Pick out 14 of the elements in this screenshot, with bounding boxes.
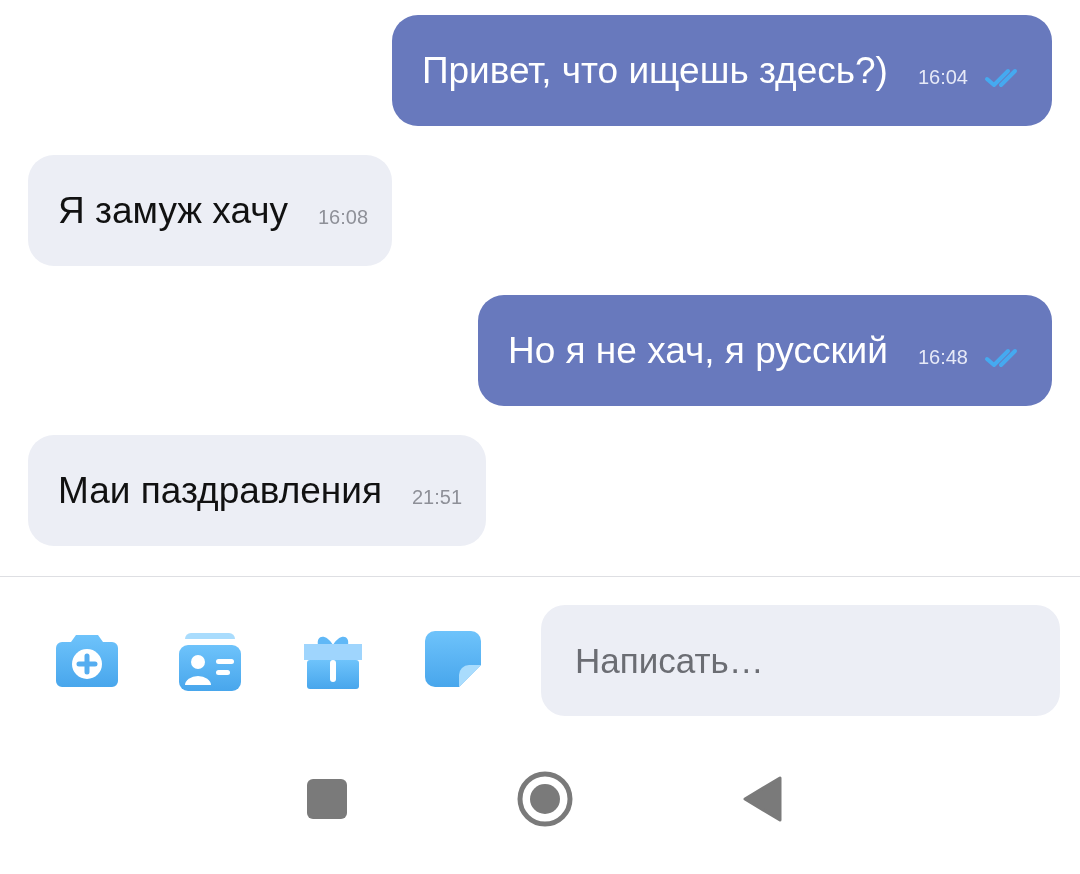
message-text: Маи паздравления	[58, 469, 382, 512]
back-icon[interactable]	[743, 776, 783, 822]
home-icon[interactable]	[517, 771, 573, 827]
message-input[interactable]: Написать…	[541, 605, 1060, 716]
contact-card-icon[interactable]	[179, 630, 241, 691]
message-time: 21:51	[411, 486, 463, 509]
message-time: 16:04	[917, 66, 968, 89]
message-text: Я замуж хачу	[58, 189, 288, 232]
message-text: Привет, что ищешь здесь?)	[421, 49, 888, 92]
message-text: Но я не хач, я русский	[507, 329, 888, 372]
sticker-icon[interactable]	[425, 630, 481, 687]
message-time: 16:08	[317, 206, 369, 229]
message-time: 16:48	[917, 346, 968, 369]
recents-icon[interactable]	[307, 779, 347, 819]
